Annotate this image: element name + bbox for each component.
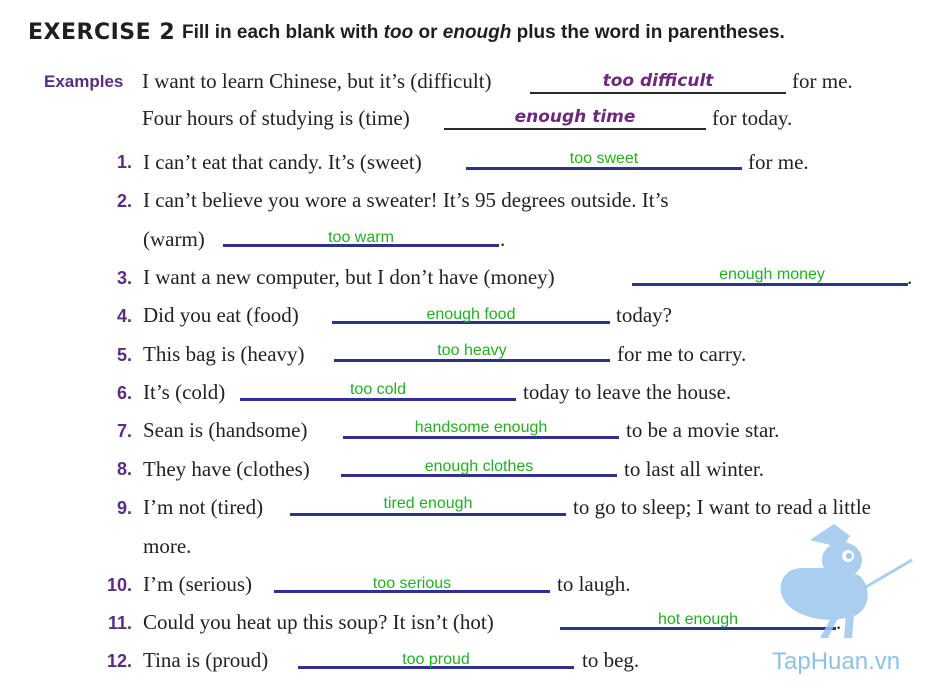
item-5-answer: too heavy: [437, 342, 507, 359]
item-5-number: 5.: [116, 345, 132, 365]
item-10-suffix: to laugh.: [557, 572, 631, 596]
item-12-number: 12.: [106, 651, 132, 671]
item-7-number: 7.: [116, 421, 132, 441]
item-8-suffix: to last all winter.: [624, 457, 764, 481]
item-2-number: 2.: [116, 191, 132, 211]
item-1-answer: too sweet: [569, 150, 639, 167]
item-12-answer: too proud: [402, 651, 470, 668]
example-1-blank: [530, 92, 786, 94]
example-2-prompt: Four hours of studying is (time): [142, 106, 410, 130]
item-7-suffix: to be a movie star.: [626, 418, 780, 442]
item-4-prompt: Did you eat (food): [143, 303, 299, 327]
item-2-prompt-cont: (warm): [143, 227, 205, 251]
example-2-blank: [444, 128, 706, 130]
item-4-suffix: today?: [616, 303, 672, 327]
item-8-answer: enough clothes: [424, 458, 534, 475]
item-2-suffix: .: [500, 227, 506, 251]
item-12-suffix: to beg.: [582, 648, 640, 672]
item-9-answer: tired enough: [383, 495, 473, 512]
item-9-suffix: to go to sleep; I want to read a little: [573, 495, 871, 519]
instructions: Fill in each blank with too or enough pl…: [182, 22, 785, 44]
example-1-prompt: I want to learn Chinese, but it’s (diffi…: [142, 69, 492, 93]
instructions-or: or: [413, 22, 443, 43]
watermark-bird-icon: [780, 524, 913, 638]
item-4-answer: enough food: [426, 306, 516, 323]
item-6-answer: too cold: [349, 381, 407, 398]
instructions-enough: enough: [442, 22, 512, 43]
item-7-prompt: Sean is (handsome): [143, 418, 308, 442]
item-2-answer: too warm: [328, 229, 394, 246]
item-9-number: 9.: [116, 498, 132, 518]
watermark-text: TapHuan.vn: [772, 648, 901, 675]
item-6-number: 6.: [116, 383, 132, 403]
item-10-answer: too serious: [372, 575, 452, 592]
item-10-prompt: I’m (serious): [143, 572, 253, 596]
item-9-suffix-cont: more.: [143, 534, 192, 558]
item-5-suffix: for me to carry.: [617, 342, 747, 366]
item-11-number: 11.: [107, 613, 132, 633]
item-6-suffix: today to leave the house.: [523, 380, 732, 404]
item-9-prompt: I’m not (tired): [143, 495, 264, 519]
item-3-number: 3.: [116, 268, 132, 288]
item-5-prompt: This bag is (heavy): [143, 342, 305, 366]
item-12-prompt: Tina is (proud): [143, 648, 269, 672]
item-8-prompt: They have (clothes): [143, 457, 310, 481]
example-1-answer: too difficult: [602, 71, 714, 91]
item-10-number: 10.: [106, 575, 132, 595]
item-7-answer: handsome enough: [414, 419, 548, 436]
example-2-suffix: for today.: [712, 106, 793, 130]
item-1-suffix: for me.: [748, 150, 809, 174]
instructions-part-b: plus the word in parentheses.: [511, 22, 785, 43]
item-2-prompt: I can’t believe you wore a sweater! It’s…: [143, 188, 669, 212]
exercise-title: EXERCISE 2: [28, 20, 176, 45]
instructions-too: too: [383, 22, 414, 43]
item-3-prompt: I want a new computer, but I don’t have …: [143, 265, 555, 289]
item-3-answer: enough money: [719, 266, 825, 283]
example-1-suffix: for me.: [792, 69, 853, 93]
item-1-number: 1.: [116, 152, 132, 172]
item-4-number: 4.: [116, 306, 132, 326]
item-8-number: 8.: [116, 459, 132, 479]
item-3-suffix: .: [907, 265, 913, 289]
item-6-prompt: It’s (cold): [143, 380, 226, 404]
item-9-blank: [290, 513, 566, 516]
item-1-prompt: I can’t eat that candy. It’s (sweet): [143, 150, 422, 174]
examples-label: Examples: [44, 72, 124, 91]
item-11-prompt: Could you heat up this soup? It isn’t (h…: [143, 610, 494, 634]
instructions-part-a: Fill in each blank with: [182, 22, 384, 43]
example-2-answer: enough time: [514, 107, 636, 127]
